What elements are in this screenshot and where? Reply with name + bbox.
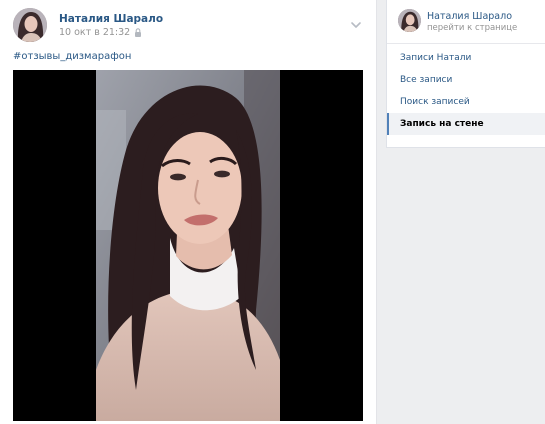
post-media[interactable] (13, 70, 363, 421)
sidebar-item-natali-posts[interactable]: Записи Натали (387, 47, 545, 69)
sidebar-item-all-posts[interactable]: Все записи (387, 69, 545, 91)
sidebar-name[interactable]: Наталия Шарало (427, 11, 512, 22)
sidebar-card: Наталия Шарало перейти к странице Записи… (386, 0, 545, 148)
sidebar-avatar[interactable] (398, 9, 421, 32)
sidebar-divider (387, 43, 545, 44)
sidebar-menu: Записи Натали Все записи Поиск записей З… (387, 47, 545, 135)
wall-post: Наталия Шарало 10 окт в 21:32 #отзывы_ди… (0, 0, 377, 424)
author-avatar[interactable] (13, 8, 47, 42)
sidebar-item-search-posts[interactable]: Поиск записей (387, 91, 545, 113)
post-photo[interactable] (96, 70, 280, 421)
post-date: 10 окт в 21:32 (59, 27, 142, 38)
post-hashtag[interactable]: #отзывы_дизмарафон (13, 51, 131, 62)
author-name[interactable]: Наталия Шарало (59, 13, 163, 25)
go-to-page-link[interactable]: перейти к странице (427, 23, 517, 33)
post-date-text[interactable]: 10 окт в 21:32 (59, 27, 130, 38)
chevron-down-icon[interactable] (350, 15, 362, 28)
lock-icon (134, 28, 142, 37)
sidebar-item-wall-post[interactable]: Запись на стене (387, 113, 545, 135)
